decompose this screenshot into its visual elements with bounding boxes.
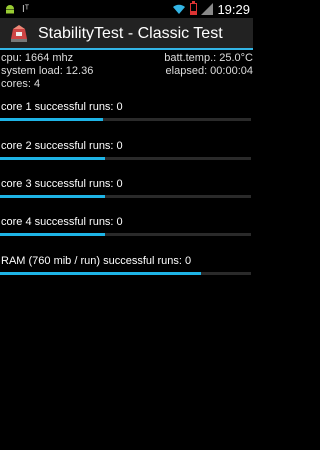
action-bar-divider (0, 48, 253, 50)
system-load: system load: 12.36 (1, 65, 94, 77)
stability-test-app-icon[interactable] (8, 23, 30, 45)
status-bar: Iᵀ 19:29 (0, 0, 253, 18)
clock: 19:29 (217, 1, 250, 17)
core-4-test: core 4 successful runs: 0 (0, 216, 253, 236)
core-4-progress-bar (0, 233, 106, 236)
core-3-progress-track (0, 195, 251, 198)
ram-progress-track (0, 272, 251, 275)
core-2-label: core 2 successful runs: 0 (1, 140, 123, 152)
ram-label: RAM (760 mib / run) successful runs: 0 (1, 255, 192, 267)
core-4-progress-track (0, 233, 251, 236)
core-1-progress-track (0, 118, 251, 121)
action-bar: StabilityTest - Classic Test (0, 18, 253, 50)
core-2-test: core 2 successful runs: 0 (0, 140, 253, 160)
ram-test: RAM (760 mib / run) successful runs: 0 (0, 255, 253, 275)
core-1-test: core 1 successful runs: 0 (0, 101, 253, 121)
wifi-icon (173, 4, 186, 14)
core-2-progress-bar (0, 157, 106, 160)
core-count: cores: 4 (1, 78, 41, 90)
usb-debug-icon: Iᵀ (22, 3, 30, 15)
elapsed-time: elapsed: 00:00:04 (165, 65, 253, 77)
core-4-label: core 4 successful runs: 0 (1, 216, 123, 228)
battery-icon (190, 1, 198, 15)
cpu-frequency: cpu: 1664 mhz (1, 52, 74, 64)
core-3-test: core 3 successful runs: 0 (0, 178, 253, 198)
app-title: StabilityTest - Classic Test (38, 25, 223, 42)
signal-icon (201, 3, 214, 15)
core-3-label: core 3 successful runs: 0 (1, 178, 123, 190)
core-1-progress-bar (0, 118, 103, 121)
system-info-panel: cpu: 1664 mhz batt.temp.: 25.0°C system … (0, 52, 253, 91)
ram-progress-bar (0, 272, 201, 275)
battery-temperature: batt.temp.: 25.0°C (164, 52, 253, 64)
core-1-label: core 1 successful runs: 0 (1, 101, 123, 113)
core-3-progress-bar (0, 195, 106, 198)
android-icon (6, 5, 14, 14)
core-2-progress-track (0, 157, 251, 160)
